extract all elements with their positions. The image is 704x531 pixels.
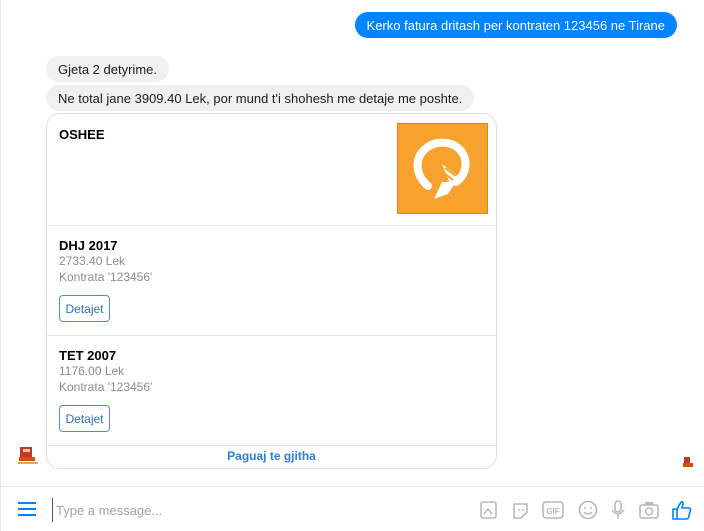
bill-contract: Kontrata '123456' <box>59 380 153 394</box>
provider-title: OSHEE <box>59 127 105 142</box>
bot-message-bubble: Ne total jane 3909.40 Lek, por mund t'i … <box>46 85 475 111</box>
menu-icon[interactable] <box>18 501 38 517</box>
bot-message-bubble: Gjeta 2 detyrime. <box>46 56 169 82</box>
bill-period: TET 2007 <box>59 348 117 363</box>
bill-amount: 2733.40 Lek <box>59 254 126 268</box>
bot-avatar <box>17 445 39 467</box>
bot-message-text: Gjeta 2 detyrime. <box>58 61 157 77</box>
microphone-icon[interactable] <box>607 499 629 521</box>
details-button[interactable]: Detajet <box>59 295 110 322</box>
bot-message-text: Ne total jane 3909.40 Lek, por mund t'i … <box>58 90 463 106</box>
emoji-icon[interactable] <box>577 499 599 521</box>
message-composer: GIF <box>1 486 704 531</box>
card-header: OSHEE <box>47 114 496 226</box>
gif-icon[interactable]: GIF <box>542 499 564 521</box>
like-icon[interactable] <box>671 499 693 521</box>
read-receipt-avatar <box>682 455 694 467</box>
pay-all-button[interactable]: Paguaj te gjitha <box>47 443 496 468</box>
user-message-text: Kerko fatura dritash per kontraten 12345… <box>366 17 665 33</box>
bill-period: DHJ 2017 <box>59 238 118 253</box>
bills-card: OSHEE DHJ 2017 2733.40 Lek Kontrata '123… <box>46 113 497 469</box>
oshee-logo-icon <box>397 123 488 214</box>
message-input[interactable] <box>52 498 358 522</box>
sticker-icon[interactable] <box>478 499 500 521</box>
user-message-bubble: Kerko fatura dritash per kontraten 12345… <box>354 12 677 38</box>
bill-amount: 1176.00 Lek <box>59 364 125 378</box>
camera-icon[interactable] <box>638 499 660 521</box>
bill-contract: Kontrata '123456' <box>59 270 153 284</box>
bill-item: TET 2007 1176.00 Lek Kontrata '123456' D… <box>47 336 496 446</box>
bill-item: DHJ 2017 2733.40 Lek Kontrata '123456' D… <box>47 226 496 336</box>
emoji-sticker-icon[interactable] <box>510 499 532 521</box>
svg-text:GIF: GIF <box>546 507 559 516</box>
details-button[interactable]: Detajet <box>59 405 110 432</box>
